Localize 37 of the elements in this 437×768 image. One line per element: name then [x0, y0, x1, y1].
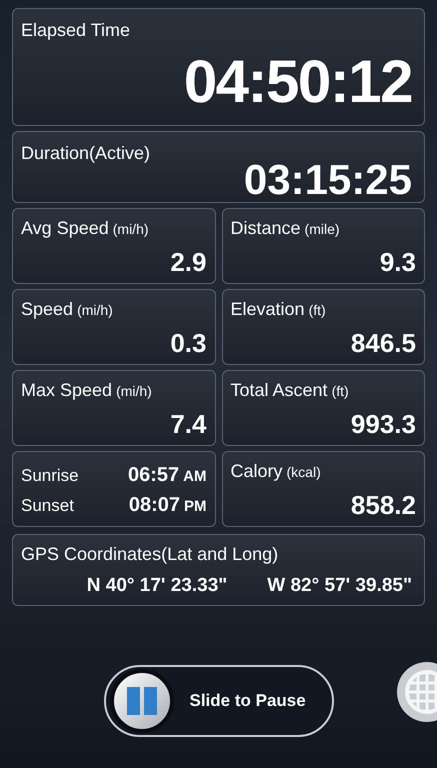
slide-to-pause-slider[interactable]: Slide to Pause — [104, 665, 334, 737]
gps-label: GPS Coordinates(Lat and Long) — [21, 543, 280, 566]
metric-label: Elevation — [230, 298, 305, 321]
metric-value: 846.5 — [350, 330, 416, 360]
metric-unit: (kcal) — [286, 463, 321, 482]
sun-time: 08:07 — [128, 493, 180, 518]
metric-value: 9.3 — [380, 249, 416, 279]
metric-unit: (ft) — [308, 301, 326, 320]
metric-unit: (mi/h) — [112, 220, 149, 239]
pause-icon — [126, 687, 158, 715]
metric-label: Distance — [230, 217, 301, 240]
elapsed-label: Elapsed Time — [21, 19, 132, 42]
metric-label: Total Ascent — [230, 379, 328, 402]
metric-value: 858.2 — [350, 492, 416, 522]
metric-value: 2.9 — [170, 249, 206, 279]
sun-suffix: PM — [184, 497, 206, 517]
pause-handle[interactable] — [110, 669, 174, 733]
sun-suffix: AM — [183, 467, 206, 487]
metric-unit: (mi/h) — [116, 382, 152, 401]
longitude: W 82° 57' 39.85" — [267, 574, 412, 598]
metric-value: 993.3 — [350, 411, 416, 441]
duration-value: 03:15:25 — [244, 159, 413, 201]
metric-value: 0.3 — [170, 330, 206, 360]
metric-label: Calory — [230, 460, 283, 483]
metric-unit: (mi/h) — [77, 301, 113, 320]
slider-label: Slide to Pause — [190, 690, 306, 712]
metric-value: 7.4 — [170, 411, 206, 441]
latitude: N 40° 17' 23.33" — [86, 574, 228, 598]
sun-label: Sunrise — [21, 465, 79, 487]
duration-label: Duration(Active) — [21, 142, 152, 165]
metric-label: Max Speed — [21, 379, 112, 402]
metric-unit: (mile) — [304, 220, 340, 239]
sun-label: Sunset — [21, 495, 74, 517]
metric-unit: (ft) — [332, 382, 349, 401]
sun-time: 06:57 — [128, 463, 180, 488]
metric-label: Speed — [21, 298, 74, 321]
metric-label: Avg Speed — [21, 217, 109, 240]
